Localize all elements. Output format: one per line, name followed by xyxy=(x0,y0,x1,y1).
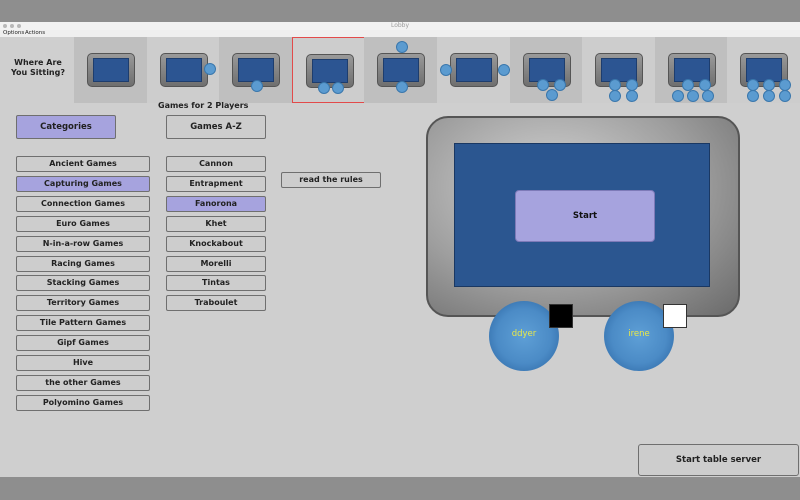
games-header: Games for 2 Players xyxy=(158,101,249,110)
seating-option[interactable] xyxy=(582,37,656,103)
category-button[interactable]: Capturing Games xyxy=(16,175,150,192)
seat-icon xyxy=(317,82,330,94)
seating-option[interactable] xyxy=(654,37,728,103)
category-button[interactable]: Hive xyxy=(16,355,150,371)
seat-icon xyxy=(203,63,216,75)
categories-button[interactable]: Categories xyxy=(16,115,116,139)
game-button[interactable]: Cannon xyxy=(166,156,266,172)
seat-icon xyxy=(779,90,792,102)
category-button[interactable]: Euro Games xyxy=(16,215,150,232)
seating-label-line1: Where Are xyxy=(14,58,62,67)
seat-icon xyxy=(498,64,510,76)
menu-bar: Options Actions xyxy=(0,30,800,37)
seat-icon xyxy=(440,64,452,76)
seating-label: Where Are You Sitting? xyxy=(8,58,68,86)
close-window-icon[interactable] xyxy=(3,24,7,28)
category-button[interactable]: the other Games xyxy=(16,374,150,391)
game-button[interactable]: Khet xyxy=(166,215,266,232)
seat-icon xyxy=(747,90,760,102)
category-button[interactable]: Ancient Games xyxy=(16,156,150,172)
window-title: Lobby xyxy=(390,22,410,29)
zoom-window-icon[interactable] xyxy=(17,24,21,28)
seat-icon xyxy=(671,90,684,102)
menu-options[interactable]: Options xyxy=(3,30,24,37)
seating-option[interactable] xyxy=(74,37,147,103)
seat-icon xyxy=(545,89,558,101)
mini-table-icon xyxy=(87,53,135,87)
start-table-server-button[interactable]: Start table server xyxy=(638,444,799,476)
category-button[interactable]: N-in-a-row Games xyxy=(16,235,150,252)
mini-table-icon xyxy=(450,53,498,87)
player-1-color-swatch[interactable] xyxy=(549,304,573,328)
seat-icon xyxy=(686,90,699,102)
game-button[interactable]: Morelli xyxy=(166,255,266,272)
mini-table-icon xyxy=(159,53,208,87)
read-rules-button[interactable]: read the rules xyxy=(281,172,381,188)
category-button[interactable]: Connection Games xyxy=(16,195,150,212)
seating-option[interactable] xyxy=(219,37,293,103)
player-1-name: ddyer xyxy=(511,329,537,339)
seat-icon xyxy=(396,41,409,53)
category-button[interactable]: Racing Games xyxy=(16,255,150,272)
seating-option[interactable] xyxy=(146,37,220,103)
seat-icon xyxy=(763,90,776,102)
seat-icon xyxy=(609,90,622,102)
game-button[interactable]: Tintas xyxy=(166,275,266,292)
seat-icon xyxy=(331,82,344,94)
game-button[interactable]: Knockabout xyxy=(166,235,266,252)
seat-icon xyxy=(251,80,264,92)
seat-icon xyxy=(701,90,714,102)
category-button[interactable]: Polyomino Games xyxy=(16,394,150,411)
seat-icon xyxy=(536,79,549,91)
game-button[interactable]: Fanorona xyxy=(166,195,266,212)
minimize-window-icon[interactable] xyxy=(10,24,14,28)
seat-icon xyxy=(626,90,639,102)
bottom-bar xyxy=(0,477,800,500)
category-button[interactable]: Territory Games xyxy=(16,295,150,312)
seating-option[interactable] xyxy=(291,37,365,103)
start-button[interactable]: Start xyxy=(515,190,655,242)
top-system-bar xyxy=(0,0,800,22)
game-button[interactable]: Traboulet xyxy=(166,295,266,312)
games-az-button[interactable]: Games A-Z xyxy=(166,115,266,139)
seating-label-line2: You Sitting? xyxy=(11,68,65,77)
player-2-name: irene xyxy=(628,329,650,339)
category-button[interactable]: Tile Pattern Games xyxy=(16,315,150,332)
seating-option[interactable] xyxy=(437,37,510,103)
seat-icon xyxy=(396,81,409,93)
player-2-color-swatch[interactable] xyxy=(663,304,687,328)
seating-option[interactable] xyxy=(509,37,583,103)
seating-option[interactable] xyxy=(364,37,438,103)
category-button[interactable]: Stacking Games xyxy=(16,275,150,292)
seating-option[interactable] xyxy=(727,37,800,103)
menu-actions[interactable]: Actions xyxy=(25,30,45,37)
mini-table-icon xyxy=(305,54,354,88)
game-button[interactable]: Entrapment xyxy=(166,175,266,192)
category-button[interactable]: Gipf Games xyxy=(16,335,150,352)
